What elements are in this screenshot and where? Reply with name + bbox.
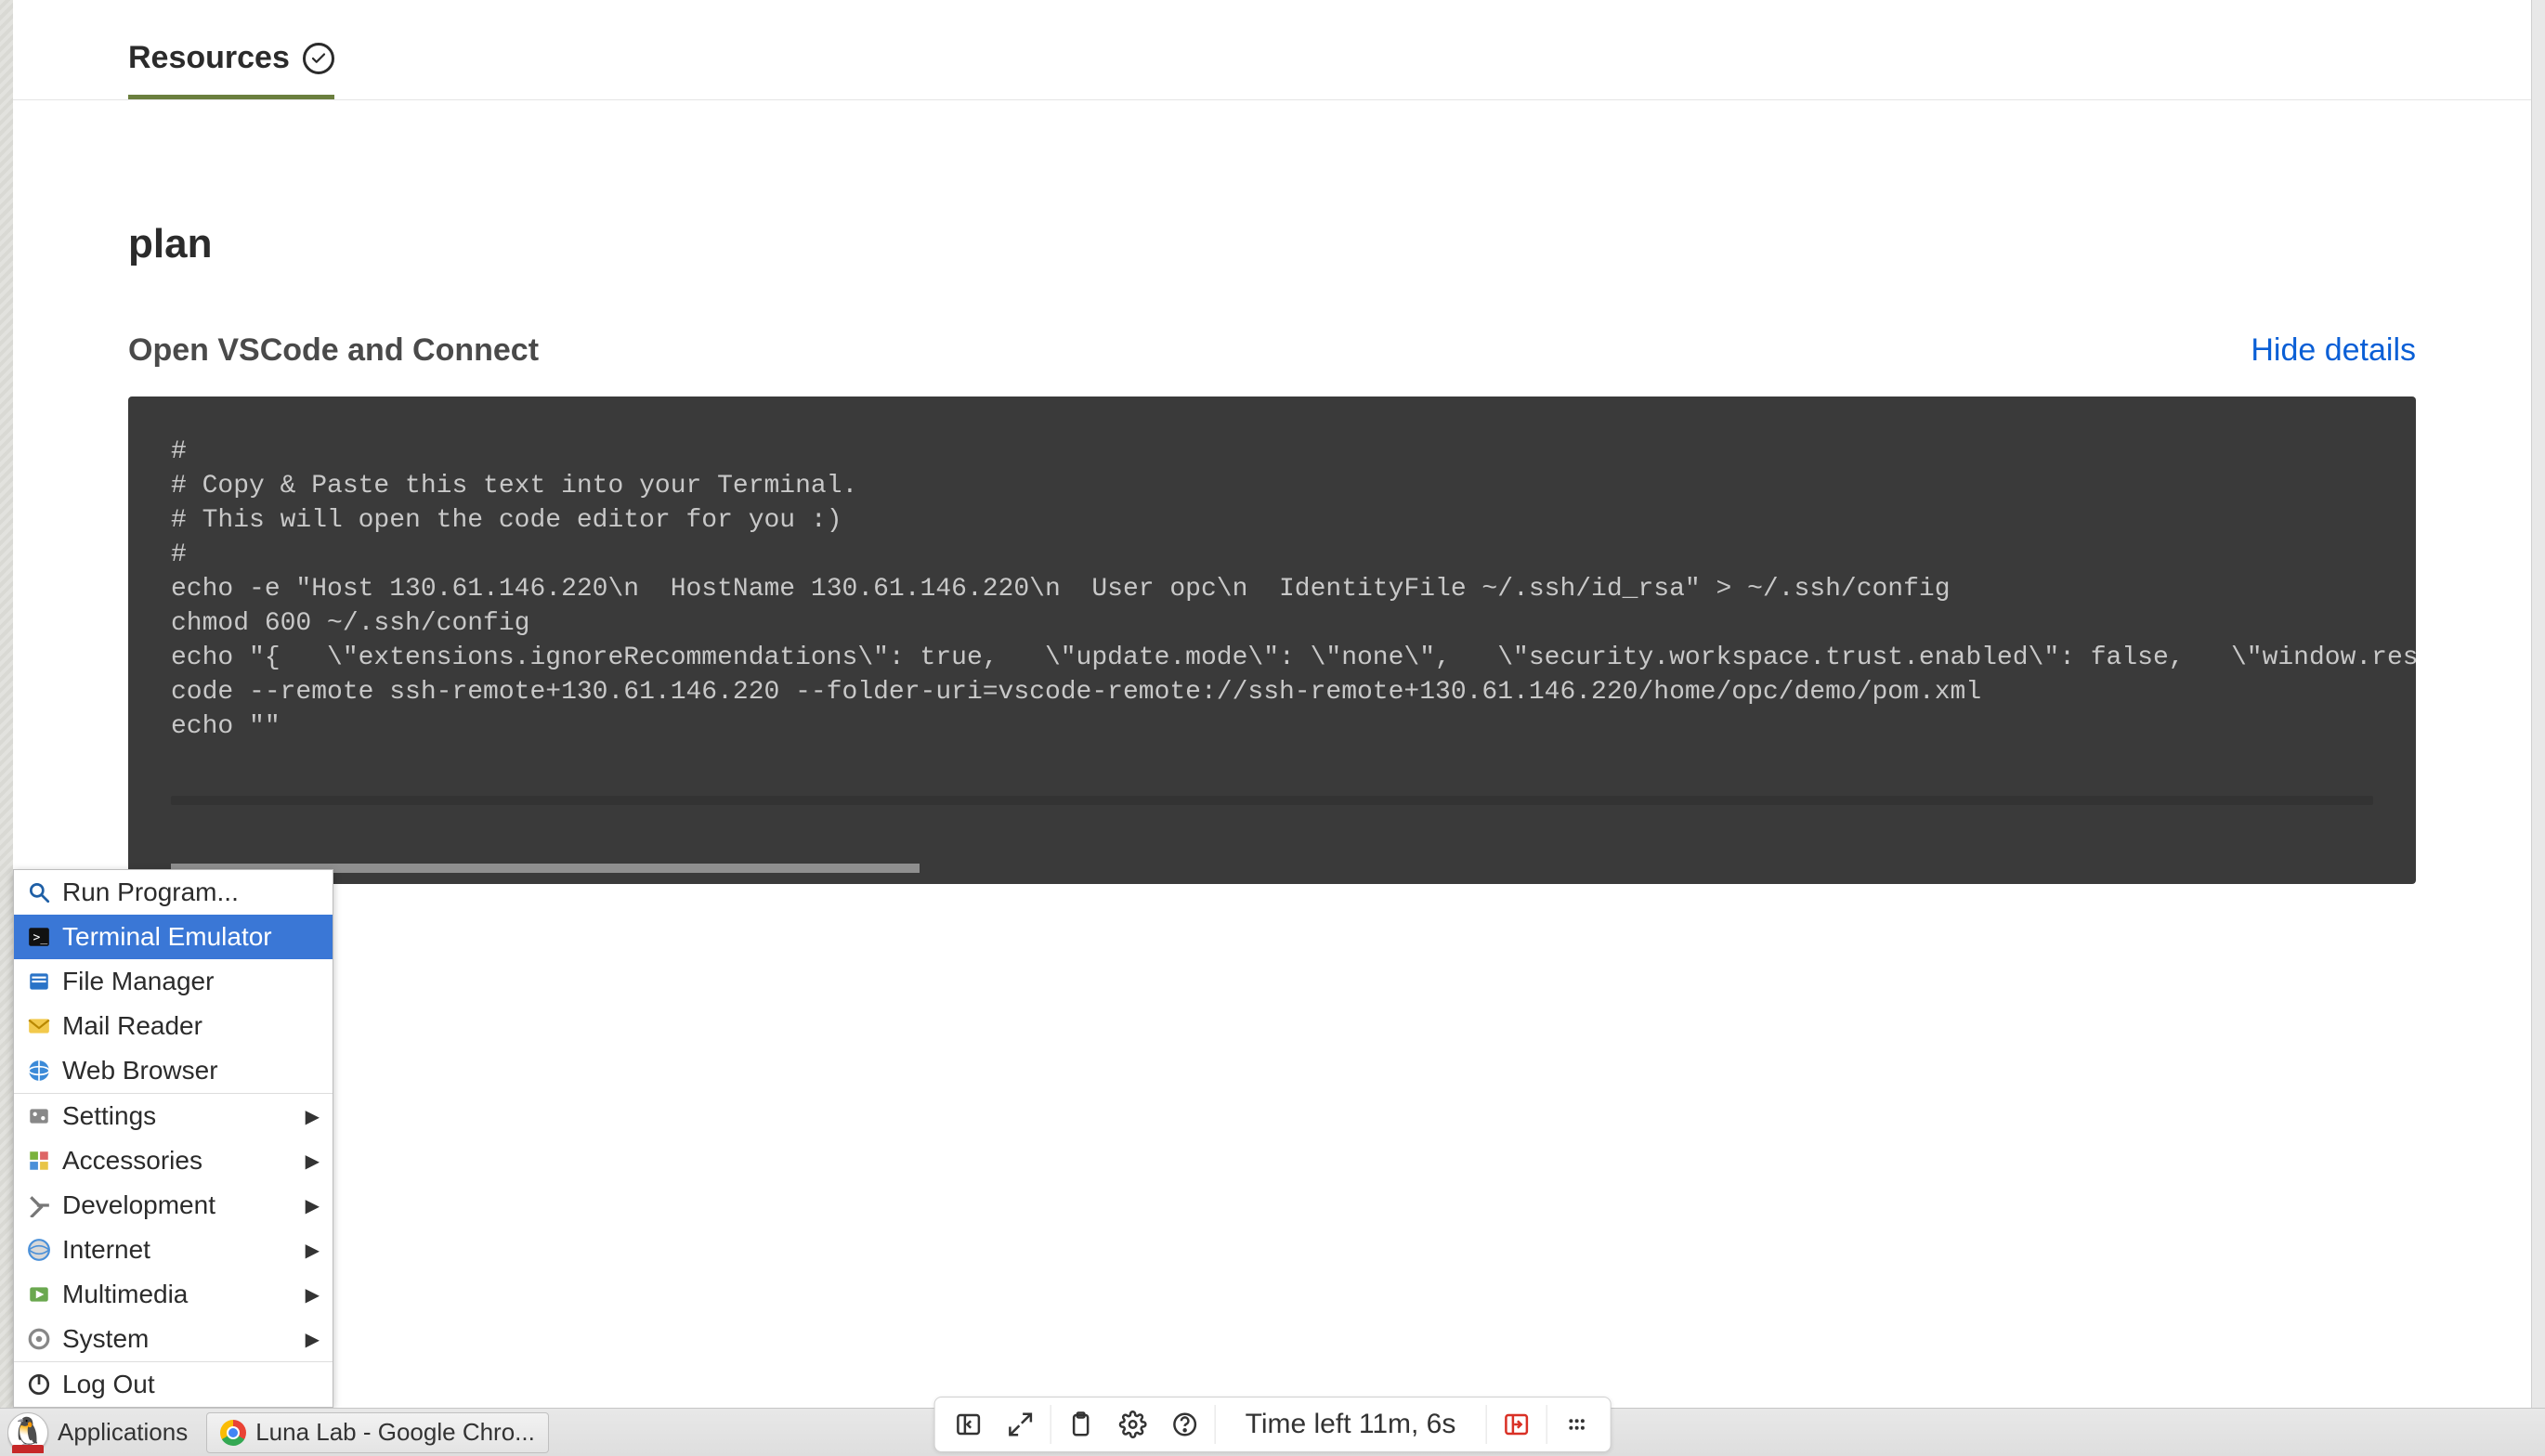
tab-resources[interactable]: Resources [128,40,334,99]
step-header: Open VSCode and Connect Hide details [128,332,2416,369]
internet-icon [27,1238,51,1262]
menu-item-label: Multimedia [62,1280,188,1309]
menu-item-label: Log Out [62,1370,155,1399]
menu-item-development[interactable]: Development ▶ [14,1183,333,1228]
panel-collapse-button[interactable] [943,1398,995,1450]
chrome-icon [220,1420,246,1446]
chevron-right-icon: ▶ [306,1239,320,1262]
taskbar-window-chrome[interactable]: Luna Lab - Google Chro... [206,1412,549,1453]
multimedia-icon [27,1282,51,1306]
menu-item-internet[interactable]: Internet ▶ [14,1228,333,1272]
mail-icon [27,1014,51,1038]
terminal-icon: >_ [27,925,51,949]
menu-item-accessories[interactable]: Accessories ▶ [14,1138,333,1183]
menu-item-label: File Manager [62,967,214,996]
menu-item-label: Terminal Emulator [62,922,272,952]
menu-item-multimedia[interactable]: Multimedia ▶ [14,1272,333,1317]
menu-item-label: Settings [62,1101,156,1131]
menu-item-label: Accessories [62,1146,202,1176]
menu-item-label: Internet [62,1235,150,1265]
hide-details-link[interactable]: Hide details [2251,332,2416,369]
logout-icon [27,1372,51,1397]
control-bar: Time left 11m, 6s [934,1397,1612,1452]
menu-item-label: Mail Reader [62,1011,202,1041]
search-icon [27,880,51,904]
drag-handle[interactable] [1550,1398,1602,1450]
menu-item-settings[interactable]: Settings ▶ [14,1093,333,1138]
accessories-icon [27,1149,51,1173]
menu-item-file-manager[interactable]: File Manager [14,959,333,1004]
menu-item-run-program[interactable]: Run Program... [14,870,333,915]
svg-text:>_: >_ [33,930,48,944]
separator [1485,1405,1486,1444]
chevron-right-icon: ▶ [306,1283,320,1306]
separator [1215,1405,1216,1444]
menu-item-label: Web Browser [62,1056,218,1086]
menu-item-label: Development [62,1190,215,1220]
menu-item-web-browser[interactable]: Web Browser [14,1048,333,1093]
globe-icon [27,1059,51,1083]
content-area: plan Open VSCode and Connect Hide detail… [13,100,2531,884]
applications-launcher[interactable]: 🐧 Applications [7,1412,201,1453]
applications-menu: Run Program... >_ Terminal Emulator File… [13,869,333,1408]
code-scrollbar[interactable] [171,796,2373,805]
settings-icon [27,1104,51,1128]
step-title: Open VSCode and Connect [128,332,539,369]
chevron-right-icon: ▶ [306,1194,320,1217]
settings-button[interactable] [1107,1398,1159,1450]
menu-item-terminal[interactable]: >_ Terminal Emulator [14,915,333,959]
file-manager-icon [27,969,51,994]
code-block[interactable]: # # Copy & Paste this text into your Ter… [128,396,2416,884]
fullscreen-button[interactable] [995,1398,1047,1450]
chevron-right-icon: ▶ [306,1150,320,1173]
exit-button[interactable] [1490,1398,1542,1450]
taskbar-window-title: Luna Lab - Google Chro... [255,1418,535,1447]
menu-item-system[interactable]: System ▶ [14,1317,333,1361]
help-button[interactable] [1159,1398,1211,1450]
menu-item-mail-reader[interactable]: Mail Reader [14,1004,333,1048]
chevron-right-icon: ▶ [306,1328,320,1351]
menu-item-log-out[interactable]: Log Out [14,1361,333,1407]
tux-icon: 🐧 [7,1412,48,1453]
page-title: plan [128,221,2416,267]
check-circle-icon [303,43,334,74]
tabs-bar: Resources [13,0,2531,100]
applications-label: Applications [58,1418,188,1447]
system-icon [27,1327,51,1351]
time-left-label: Time left 11m, 6s [1220,1409,1482,1440]
separator [1546,1405,1547,1444]
menu-item-label: System [62,1324,149,1354]
main-panel: Resources plan Open VSCode and Connect H… [13,0,2532,1408]
chevron-right-icon: ▶ [306,1105,320,1128]
tab-resources-label: Resources [128,40,290,76]
menu-item-label: Run Program... [62,878,239,907]
clipboard-button[interactable] [1055,1398,1107,1450]
left-decorative-edge [0,0,13,1456]
code-text: # # Copy & Paste this text into your Ter… [171,437,2416,741]
development-icon [27,1193,51,1217]
